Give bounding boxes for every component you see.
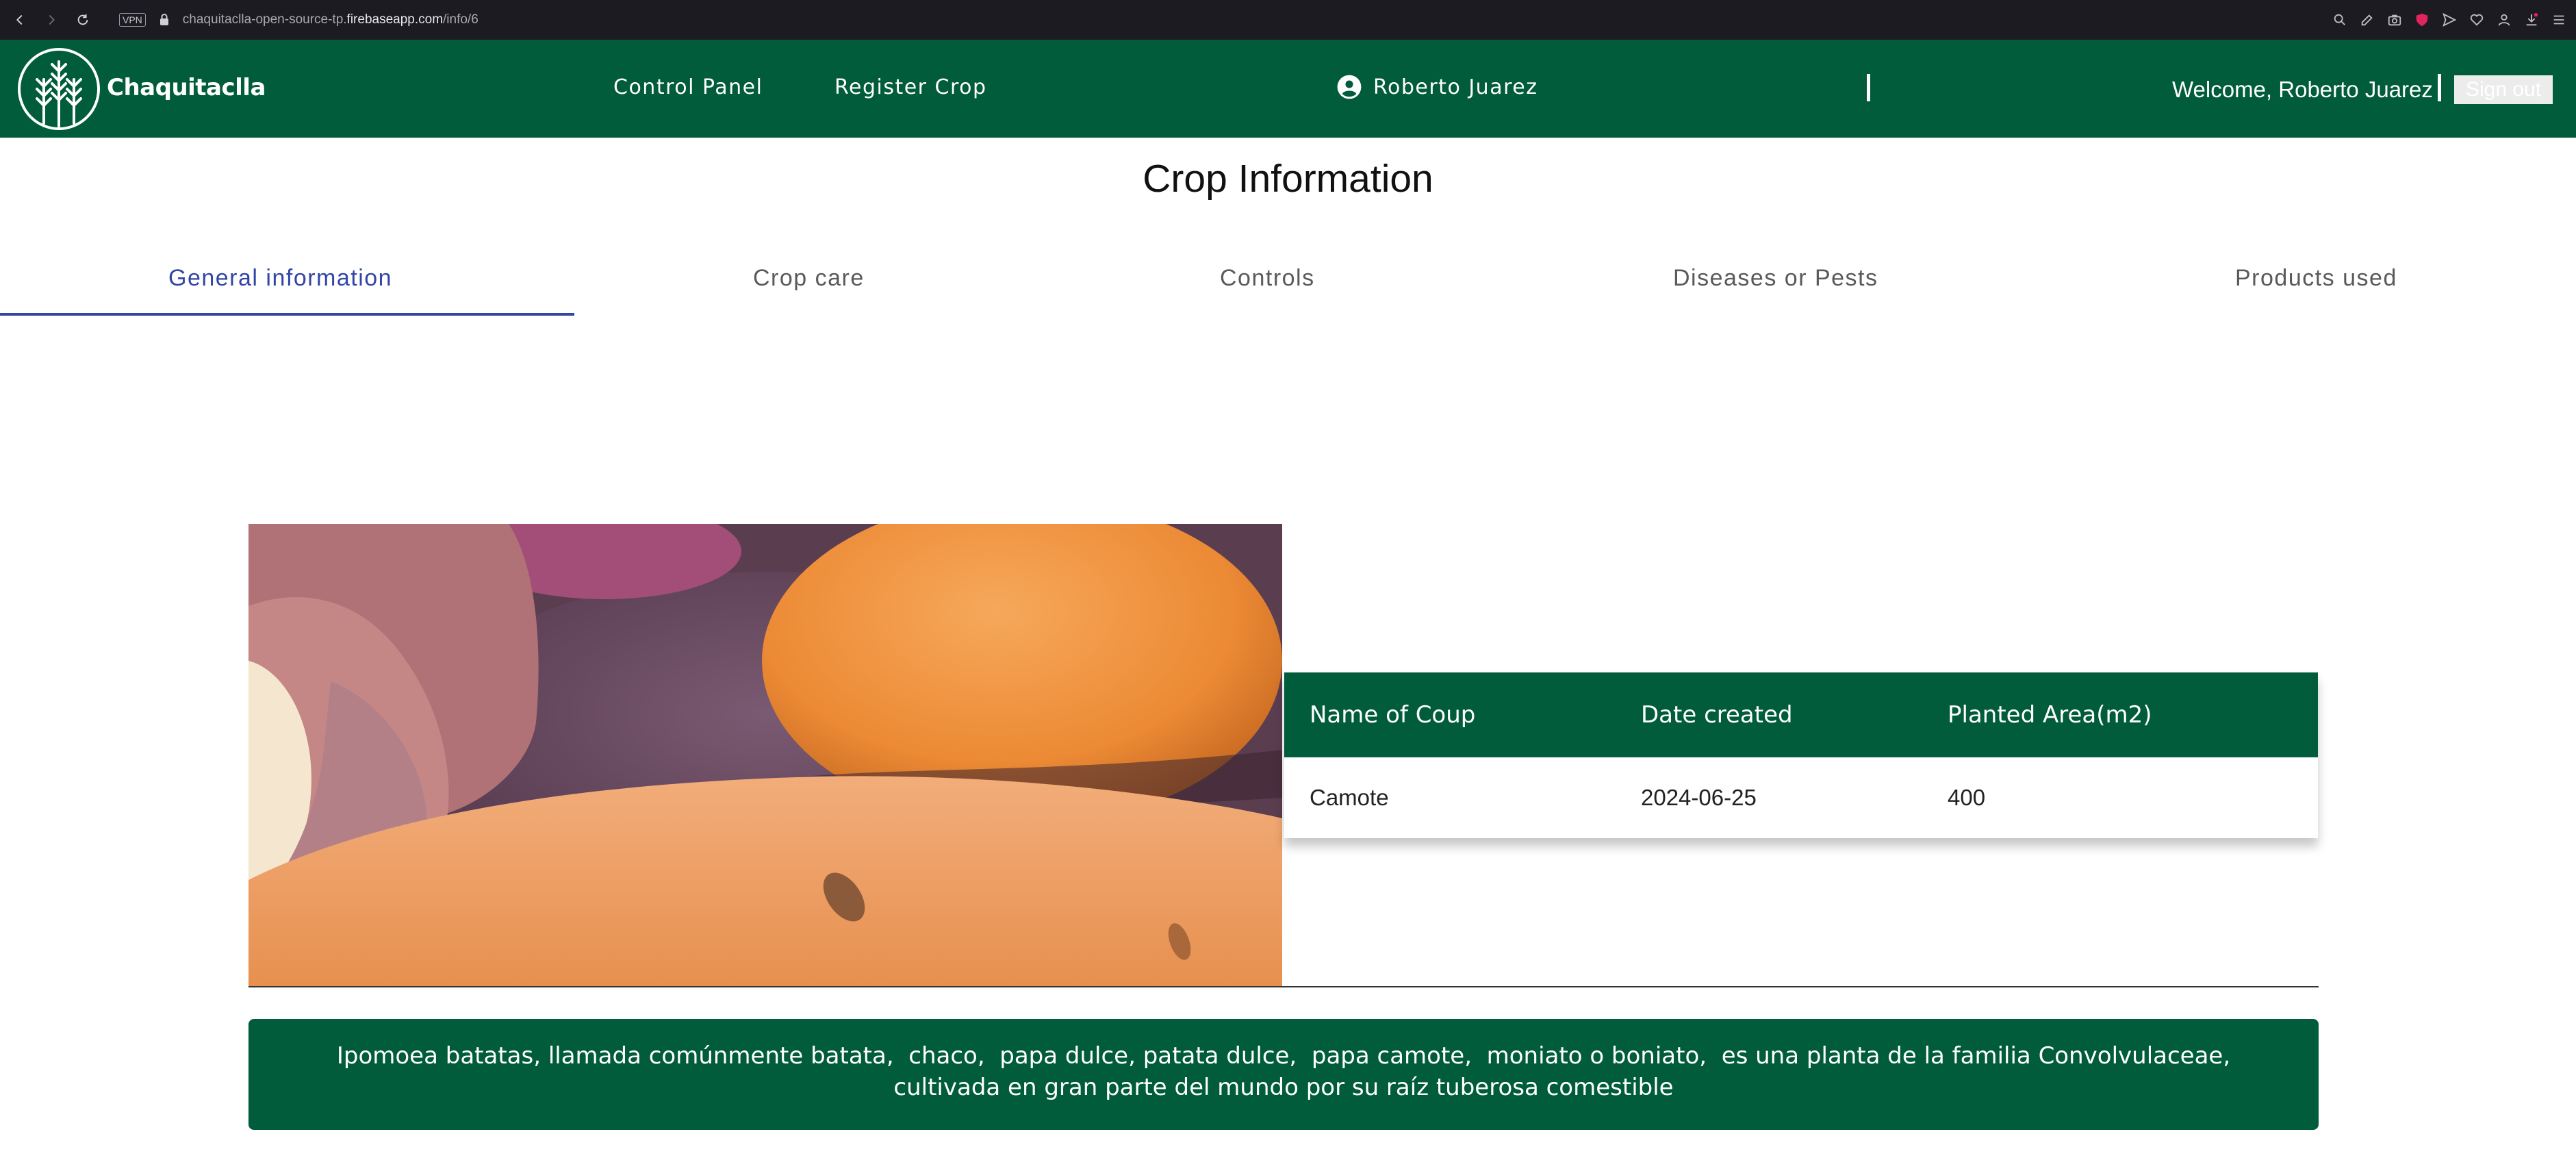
heart-icon[interactable] — [2469, 12, 2484, 27]
crop-image — [248, 524, 1282, 986]
app-header: Chaquitaclla Control Panel Register Crop… — [0, 40, 2576, 138]
send-icon[interactable] — [2442, 12, 2457, 27]
address-bar[interactable]: chaquitaclla-open-source-tp.firebaseapp.… — [183, 12, 479, 27]
brand-name[interactable]: Chaquitaclla — [107, 74, 266, 101]
tab-general-information[interactable]: General information — [168, 265, 392, 292]
camera-icon[interactable] — [2387, 12, 2402, 27]
page-title: Crop Information — [1143, 157, 1433, 201]
url-host: firebaseapp.com — [346, 12, 444, 27]
menu-icon[interactable] — [2551, 12, 2566, 27]
table-row: Camote 2024-06-25 400 — [1284, 757, 2318, 838]
shield-icon[interactable] — [2414, 12, 2430, 27]
table-header-row: Name of Coup Date created Planted Area(m… — [1284, 672, 2318, 757]
back-icon[interactable] — [8, 8, 31, 31]
crop-description: Ipomoea batatas, llamada comúnmente bata… — [248, 1019, 2319, 1130]
active-tab-indicator — [0, 313, 574, 316]
lock-icon — [160, 14, 168, 25]
nav-control-panel[interactable]: Control Panel — [613, 75, 763, 99]
user-profile-link[interactable]: Roberto Juarez — [1336, 74, 1538, 100]
cell-crop-name: Camote — [1310, 785, 1389, 810]
content-divider — [248, 986, 2319, 987]
edit-icon[interactable] — [2360, 12, 2375, 27]
nav-register-crop[interactable]: Register Crop — [834, 75, 987, 99]
tab-diseases-or-pests[interactable]: Diseases or Pests — [1673, 265, 1878, 292]
divider — [2438, 74, 2441, 101]
download-icon[interactable] — [2524, 12, 2539, 27]
divider — [1867, 74, 1870, 101]
column-header-name: Name of Coup — [1310, 701, 1476, 729]
url-path: /info/6 — [443, 12, 479, 27]
tab-bar: General information Crop care Controls D… — [0, 243, 2576, 318]
tab-controls[interactable]: Controls — [1220, 265, 1315, 292]
vpn-badge[interactable]: VPN — [119, 13, 146, 27]
tab-crop-care[interactable]: Crop care — [753, 265, 865, 292]
column-header-area: Planted Area(m2) — [1948, 701, 2152, 729]
tab-products-used[interactable]: Products used — [2235, 265, 2397, 292]
forward-icon[interactable] — [40, 8, 63, 31]
account-circle-icon — [1337, 75, 1362, 99]
reload-icon[interactable] — [71, 8, 94, 31]
welcome-text: Welcome, Roberto Juarez — [2172, 77, 2433, 102]
url-prefix: chaquitaclla-open-source-tp. — [182, 12, 347, 27]
user-name: Roberto Juarez — [1373, 75, 1538, 99]
cell-planted-area: 400 — [1948, 785, 1986, 810]
wheat-logo-icon[interactable] — [16, 47, 101, 131]
search-page-icon[interactable] — [2332, 12, 2347, 27]
cell-date-created: 2024-06-25 — [1641, 785, 1757, 810]
column-header-date: Date created — [1641, 701, 1793, 729]
sign-out-button[interactable]: Sign out — [2454, 75, 2553, 104]
browser-toolbar: VPN chaquitaclla-open-source-tp.firebase… — [0, 0, 2576, 40]
crop-info-table: Name of Coup Date created Planted Area(m… — [1284, 672, 2318, 838]
profile-icon[interactable] — [2497, 12, 2512, 27]
